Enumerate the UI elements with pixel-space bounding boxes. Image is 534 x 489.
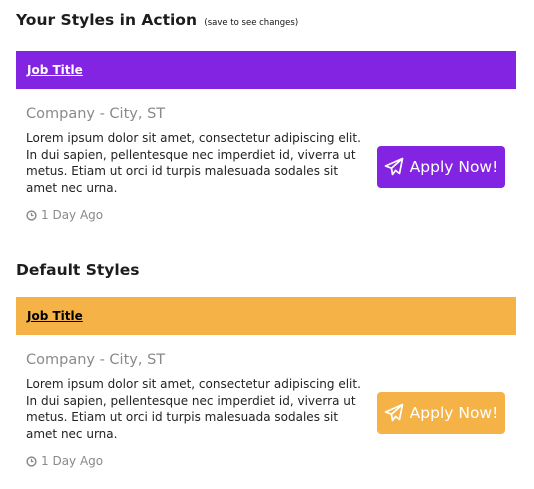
custom-apply-label: Apply Now! <box>409 158 499 176</box>
default-job-title-link[interactable]: Job Title <box>27 309 83 323</box>
default-styles-heading: Default Styles <box>16 261 139 279</box>
default-apply-button[interactable]: Apply Now! <box>377 392 505 434</box>
default-posted-text: 1 Day Ago <box>41 454 104 468</box>
paper-plane-icon <box>384 403 404 422</box>
default-company-location: Company - City, ST <box>26 352 166 368</box>
custom-posted-text: 1 Day Ago <box>41 208 104 222</box>
default-apply-label: Apply Now! <box>409 404 499 422</box>
custom-job-title-bar: Job Title <box>16 51 516 89</box>
custom-styles-heading-text: Your Styles in Action <box>16 11 197 29</box>
custom-apply-button[interactable]: Apply Now! <box>377 146 505 188</box>
custom-job-title-link[interactable]: Job Title <box>27 63 83 77</box>
clock-icon <box>26 209 37 221</box>
clock-icon <box>26 455 37 467</box>
custom-posted-date: 1 Day Ago <box>26 208 103 222</box>
default-job-description: Lorem ipsum dolor sit amet, consectetur … <box>26 377 361 441</box>
default-styles-heading-text: Default Styles <box>16 261 140 279</box>
default-job-title-bar: Job Title <box>16 297 516 335</box>
custom-company-location: Company - City, ST <box>26 106 166 122</box>
paper-plane-icon <box>384 157 404 176</box>
default-posted-date: 1 Day Ago <box>26 454 103 468</box>
save-note: (save to see changes) <box>204 18 299 28</box>
custom-job-description: Lorem ipsum dolor sit amet, consectetur … <box>26 131 361 195</box>
custom-styles-heading: Your Styles in Action (save to see chang… <box>16 11 298 29</box>
